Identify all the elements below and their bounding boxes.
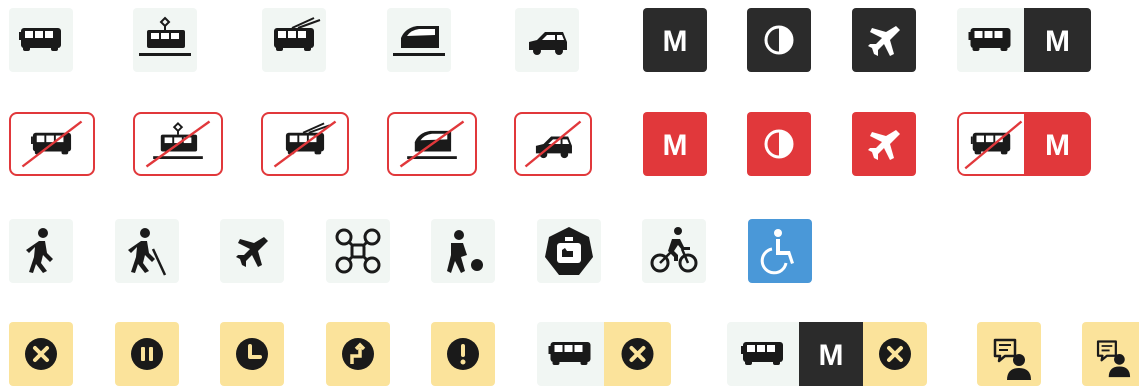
warning-icon[interactable] xyxy=(431,322,495,386)
bus-metro-cancelled-icon[interactable]: M xyxy=(727,322,927,386)
detour-icon[interactable] xyxy=(326,322,390,386)
row-status: M xyxy=(0,322,1139,386)
hiking-icon[interactable] xyxy=(115,219,179,283)
metro-letter: M xyxy=(663,25,688,58)
row-transport-disrupted: M M xyxy=(0,112,1139,176)
pet-carrier-icon[interactable] xyxy=(537,219,601,283)
metro-letter: M xyxy=(819,339,844,372)
metro-disrupted-icon[interactable]: M xyxy=(643,112,707,176)
night-disrupted-icon[interactable] xyxy=(747,112,811,176)
bus-icon[interactable] xyxy=(9,8,73,72)
trolleybus-icon[interactable] xyxy=(262,8,326,72)
tram-icon[interactable] xyxy=(133,8,197,72)
airplane-icon[interactable] xyxy=(220,219,284,283)
drone-icon[interactable] xyxy=(326,219,390,283)
cancelled-icon[interactable] xyxy=(9,322,73,386)
walk-icon[interactable] xyxy=(9,219,73,283)
feedback-icon[interactable] xyxy=(1082,322,1139,386)
airplane-icon[interactable] xyxy=(852,8,916,72)
car-disrupted-icon[interactable] xyxy=(514,112,592,176)
row-transport-normal: M M xyxy=(0,8,1139,72)
bowling-icon[interactable] xyxy=(431,219,495,283)
bus-cancelled-icon[interactable] xyxy=(537,322,671,386)
wheelchair-icon[interactable] xyxy=(748,219,812,283)
tram-disrupted-icon[interactable] xyxy=(133,112,223,176)
trolleybus-disrupted-icon[interactable] xyxy=(261,112,349,176)
metro-icon[interactable]: M xyxy=(643,8,707,72)
bus-metro-icon[interactable]: M xyxy=(957,8,1091,72)
car-icon[interactable] xyxy=(515,8,579,72)
bus-metro-disrupted-icon[interactable]: M xyxy=(957,112,1091,176)
bicycle-icon[interactable] xyxy=(642,219,706,283)
bus-disrupted-icon[interactable] xyxy=(9,112,95,176)
row-travel-modes xyxy=(0,219,1139,283)
feedback-icon[interactable] xyxy=(977,322,1041,386)
paused-icon[interactable] xyxy=(115,322,179,386)
metro-letter: M xyxy=(1045,25,1070,58)
airplane-disrupted-icon[interactable] xyxy=(852,112,916,176)
delayed-icon[interactable] xyxy=(220,322,284,386)
train-icon[interactable] xyxy=(387,8,451,72)
night-icon[interactable] xyxy=(747,8,811,72)
metro-letter: M xyxy=(663,129,688,162)
train-disrupted-icon[interactable] xyxy=(387,112,477,176)
metro-letter: M xyxy=(1045,129,1070,162)
